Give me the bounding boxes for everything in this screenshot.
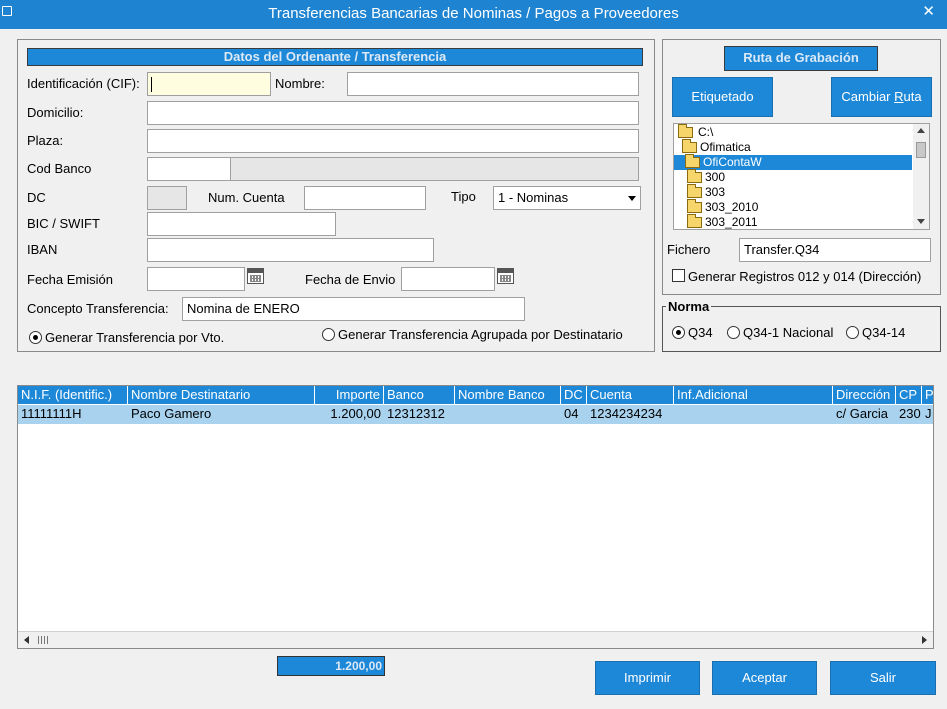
col-header[interactable]: DC: [561, 386, 587, 404]
fichero-label: Fichero: [667, 242, 711, 257]
numcuenta-input[interactable]: [304, 186, 426, 210]
tipo-select[interactable]: 1 - Nominas: [493, 186, 641, 210]
concepto-input[interactable]: Nomina de ENERO: [182, 297, 525, 321]
bic-label: BIC / SWIFT: [27, 216, 100, 231]
tree-scrollbar[interactable]: [913, 124, 929, 229]
folder-open-icon: [678, 124, 693, 138]
radio-q34[interactable]: [672, 326, 685, 339]
radio-agrupada-label: Generar Transferencia Agrupada por Desti…: [338, 327, 623, 342]
generar-registros-checkbox[interactable]: [672, 269, 685, 282]
dc-field: [147, 186, 187, 210]
destinatarios-grid[interactable]: N.I.F. (Identific.) Nombre Destinatario …: [17, 385, 934, 649]
radio-vto[interactable]: [29, 331, 42, 344]
grid-hscrollbar[interactable]: [18, 631, 933, 648]
col-header[interactable]: Nombre Destinatario: [128, 386, 315, 404]
radio-q34-label: Q34: [688, 325, 713, 340]
window-title: Transferencias Bancarias de Nominas / Pa…: [268, 5, 679, 22]
tipo-label: Tipo: [451, 189, 476, 204]
folder-icon: [687, 184, 702, 198]
cell-dc: 04: [564, 406, 579, 421]
scroll-down-icon[interactable]: [917, 219, 925, 224]
salir-button[interactable]: Salir: [830, 661, 936, 695]
radio-q34-1-label: Q34-1 Nacional: [743, 325, 834, 340]
dc-label: DC: [27, 190, 46, 205]
folder-icon: [687, 214, 702, 228]
fichero-input[interactable]: Transfer.Q34: [739, 238, 931, 262]
cif-input[interactable]: [147, 72, 271, 96]
scroll-thumb-grip[interactable]: [38, 636, 48, 644]
ruta-header: Ruta de Grabación: [724, 46, 878, 71]
domicilio-input[interactable]: [147, 101, 639, 125]
cell-importe: 1.200,00: [330, 406, 381, 421]
concepto-label: Concepto Transferencia:: [27, 301, 169, 316]
aceptar-button[interactable]: Aceptar: [712, 661, 817, 695]
cell-inf: [674, 405, 833, 423]
ordenante-header: Datos del Ordenante / Transferencia: [27, 48, 643, 66]
cell-cp: 230: [899, 406, 921, 421]
col-header[interactable]: Inf.Adicional: [674, 386, 833, 404]
generar-registros-label: Generar Registros 012 y 014 (Dirección): [688, 269, 922, 284]
folder-tree[interactable]: C:\ Ofimatica OfiContaW 300 303 303_2010…: [673, 123, 930, 230]
chevron-down-icon: [628, 196, 636, 201]
iban-input[interactable]: [147, 238, 434, 262]
imprimir-button[interactable]: Imprimir: [595, 661, 700, 695]
cambiar-ruta-button[interactable]: Cambiar Ruta: [831, 77, 932, 117]
col-header[interactable]: Banco: [384, 386, 455, 404]
tipo-value: 1 - Nominas: [498, 190, 569, 205]
radio-vto-label: Generar Transferencia por Vto.: [45, 330, 225, 345]
radio-q34-1[interactable]: [727, 326, 740, 339]
etiquetado-button[interactable]: Etiquetado: [672, 77, 773, 117]
cell-nif: 11111111H: [21, 406, 82, 421]
col-header[interactable]: P: [922, 386, 933, 404]
col-header[interactable]: Nombre Banco: [455, 386, 561, 404]
folder-open-icon: [682, 139, 697, 153]
fecha-emision-input[interactable]: [147, 267, 245, 291]
norma-legend: Norma: [666, 299, 712, 314]
col-header[interactable]: CP: [896, 386, 922, 404]
col-header[interactable]: Importe: [315, 386, 384, 404]
nombre-label: Nombre:: [275, 76, 325, 91]
iban-label: IBAN: [27, 242, 58, 257]
radio-q34-14[interactable]: [846, 326, 859, 339]
bic-input[interactable]: [147, 212, 336, 236]
cif-label: Identificación (CIF):: [27, 76, 140, 91]
col-header[interactable]: N.I.F. (Identific.): [18, 386, 128, 404]
close-icon[interactable]: ✕: [922, 2, 935, 20]
calendar-icon[interactable]: [247, 268, 264, 284]
folder-icon: [687, 199, 702, 213]
numcuenta-label: Num. Cuenta: [208, 190, 285, 205]
scroll-thumb[interactable]: [916, 142, 926, 158]
text-caret: [151, 77, 152, 92]
cell-p: J: [925, 406, 932, 421]
calendar-icon[interactable]: [497, 268, 514, 284]
title-bar: Transferencias Bancarias de Nominas / Pa…: [0, 0, 947, 29]
codbanco-name-field: [230, 157, 639, 181]
radio-q34-14-label: Q34-14: [862, 325, 906, 340]
col-header[interactable]: Dirección: [833, 386, 896, 404]
nombre-input[interactable]: [347, 72, 639, 96]
fecha-envio-input[interactable]: [401, 267, 495, 291]
radio-agrupada[interactable]: [322, 328, 335, 341]
folder-icon: [687, 169, 702, 183]
plaza-label: Plaza:: [27, 133, 64, 148]
cell-nombre: Paco Gamero: [131, 406, 212, 421]
scroll-right-icon[interactable]: [922, 636, 927, 644]
tree-item-selected[interactable]: OfiContaW: [674, 154, 912, 170]
scroll-left-icon[interactable]: [24, 636, 29, 644]
table-row[interactable]: 11111111H Paco Gamero 1.200,00 12312312 …: [18, 405, 933, 424]
col-header[interactable]: Cuenta: [587, 386, 674, 404]
fecha-emision-label: Fecha Emisión: [27, 272, 113, 287]
cell-direccion: c/ Garcia: [836, 406, 889, 421]
domicilio-label: Domicilio:: [27, 105, 84, 120]
codbanco-label: Cod Banco: [27, 161, 92, 176]
folder-open-icon: [685, 154, 700, 168]
cell-nombre-banco: [455, 405, 561, 423]
cell-banco: 12312312: [387, 406, 445, 421]
fecha-envio-label: Fecha de Envio: [305, 272, 396, 287]
cell-cuenta: 1234234234: [590, 406, 663, 421]
scroll-up-icon[interactable]: [917, 128, 925, 133]
codbanco-input[interactable]: [147, 157, 231, 181]
total-importe: 1.200,00: [277, 656, 385, 676]
plaza-input[interactable]: [147, 129, 639, 153]
